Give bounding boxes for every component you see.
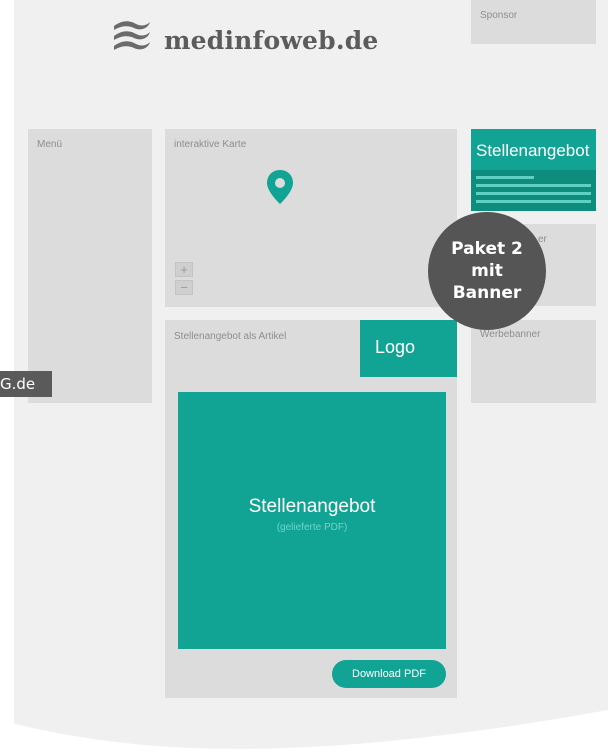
job-stripe-2: [476, 184, 591, 187]
menu-label: Menü: [37, 139, 63, 150]
map-pin-icon[interactable]: [265, 169, 295, 205]
download-pdf-button[interactable]: Download PDF: [332, 660, 446, 688]
map-label: interaktive Karte: [174, 139, 247, 150]
article-label: Stellenangebot als Artikel: [174, 331, 287, 342]
sponsor-box[interactable]: [471, 0, 596, 44]
map-panel[interactable]: [165, 129, 457, 307]
menu-panel[interactable]: [28, 129, 152, 403]
badge-line-1: Paket 2: [451, 239, 523, 259]
page-curve: [0, 710, 608, 752]
job-offer-sidebar-title: Stellenangebot: [476, 141, 590, 160]
job-stripe-4: [476, 200, 591, 203]
badge-line-3: Banner: [452, 283, 522, 303]
article-logo-text: Logo: [375, 337, 416, 357]
zoom-in-button[interactable]: +: [175, 262, 193, 277]
watermark-label: G.de: [0, 371, 52, 397]
site-logo-text[interactable]: medinfoweb.de: [164, 26, 379, 55]
zoom-out-button[interactable]: −: [175, 280, 193, 295]
waves-logo-icon: [114, 21, 150, 50]
job-pdf-title: Stellenangebot: [248, 496, 376, 517]
job-stripe-1: [476, 176, 534, 179]
job-pdf-area[interactable]: [178, 392, 446, 649]
werbebanner-label: Werbebanner: [480, 329, 541, 340]
job-pdf-subtitle: (gelieferte PDF): [276, 522, 348, 533]
badge-line-2: mit: [471, 261, 503, 281]
job-stripe-3: [476, 192, 591, 195]
package-badge: Paket 2 mit Banner: [428, 212, 546, 330]
sponsor-label: Sponsor: [480, 10, 518, 21]
